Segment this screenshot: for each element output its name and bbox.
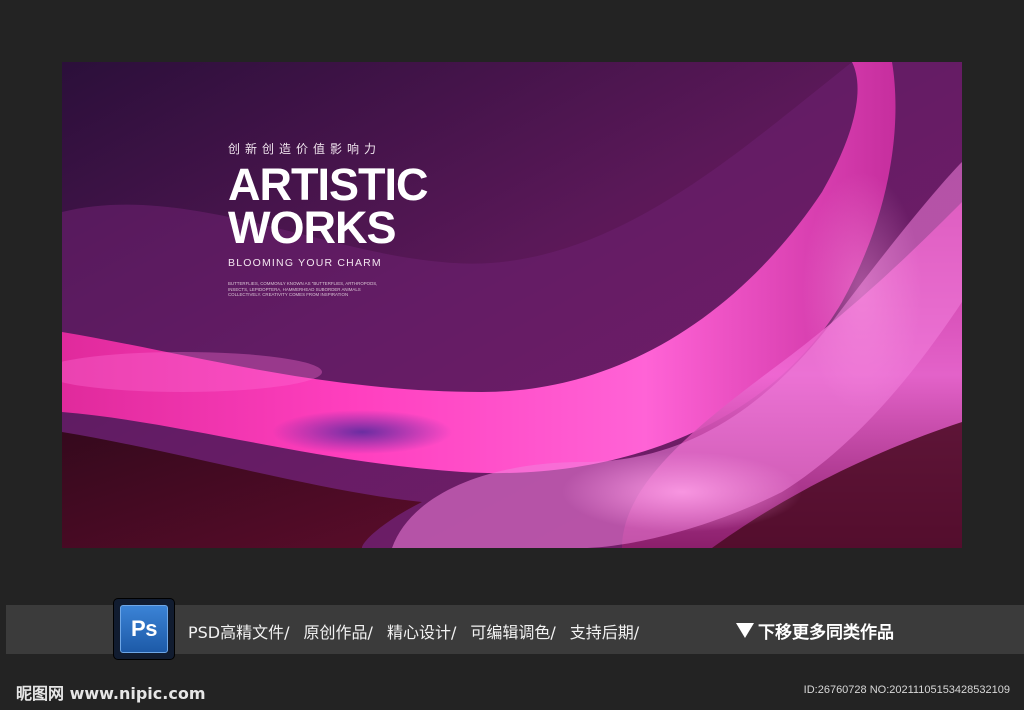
- photoshop-icon-label: Ps: [131, 616, 157, 641]
- poster-title-line1: ARTISTIC: [228, 159, 428, 210]
- photoshop-icon: Ps: [114, 599, 174, 659]
- more-similar-label: 下移更多同类作品: [758, 623, 894, 643]
- triangle-down-icon: [736, 623, 754, 638]
- info-bar: Ps PSD高精文件/ 原创作品/ 精心设计/ 可编辑调色/ 支持后期/ 下移更…: [6, 599, 1024, 659]
- more-similar-link[interactable]: 下移更多同类作品: [736, 618, 894, 643]
- poster-tagline: 创新创造价值影响力: [228, 142, 382, 156]
- feature-list: PSD高精文件/ 原创作品/ 精心设计/ 可编辑调色/ 支持后期/: [188, 619, 653, 643]
- feature-postprocess: 支持后期/: [569, 623, 640, 642]
- fluid-background: [62, 62, 962, 548]
- poster-text-block: 创新创造价值影响力 ARTISTIC WORKS BLOOMING YOUR C…: [228, 140, 428, 298]
- poster-artwork: 创新创造价值影响力 ARTISTIC WORKS BLOOMING YOUR C…: [62, 62, 962, 548]
- photoshop-icon-face: Ps: [120, 605, 168, 653]
- poster-title: ARTISTIC WORKS: [228, 159, 428, 253]
- feature-editable: 可编辑调色/: [470, 623, 556, 642]
- poster-subtitle: BLOOMING YOUR CHARM: [228, 257, 382, 269]
- preview-page: 创新创造价值影响力 ARTISTIC WORKS BLOOMING YOUR C…: [0, 0, 1024, 710]
- site-logo[interactable]: 昵图网 www.nipic.com: [16, 680, 206, 704]
- image-id: ID:26760728 NO:20211105153428532109: [803, 684, 1010, 696]
- feature-original: 原创作品/: [303, 623, 373, 642]
- feature-design: 精心设计/: [386, 623, 457, 642]
- poster-title-line2: WORKS: [228, 202, 396, 253]
- poster-small-text: BUTTERFLIES, COMMONLY KNOWN AS "BUTTERFL…: [228, 281, 378, 298]
- feature-psd: PSD高精文件/: [188, 623, 290, 642]
